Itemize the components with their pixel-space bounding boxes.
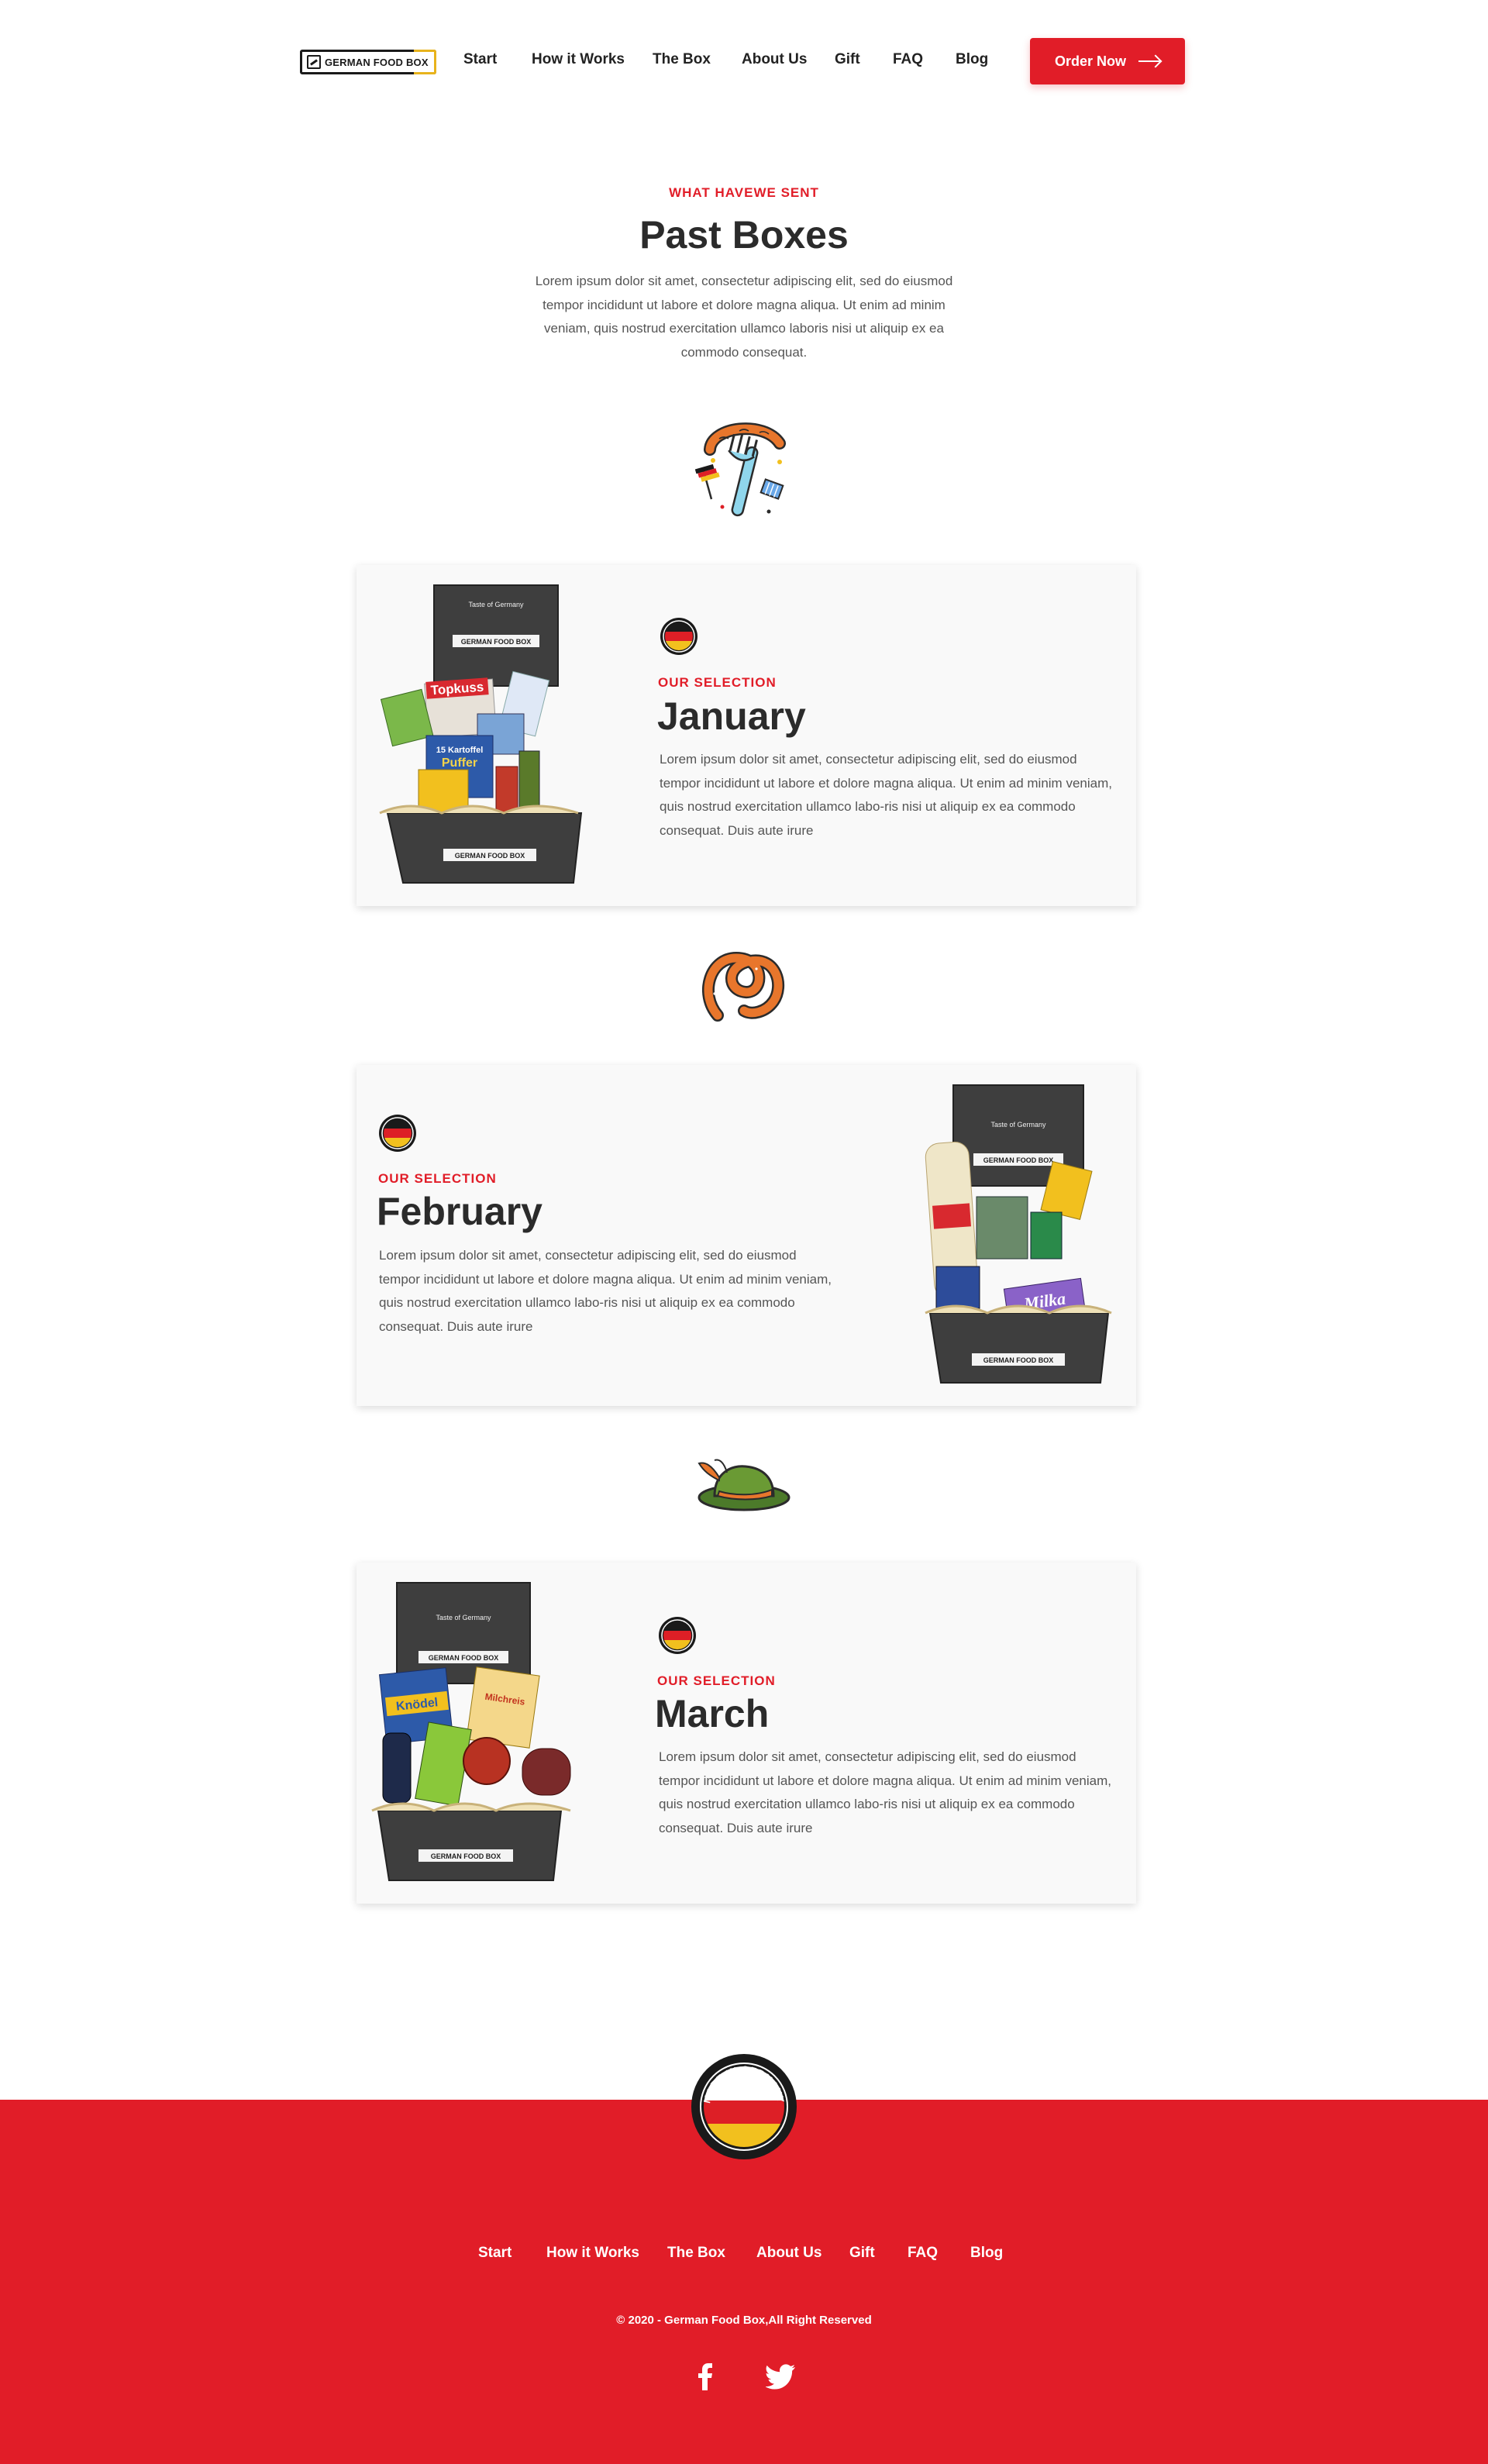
box-photo: Taste of Germany GERMAN FOOD BOX Topkuss…: [379, 584, 583, 884]
intro-text: Lorem ipsum dolor sit amet, consectetur …: [535, 274, 953, 360]
box-eyebrow: OUR SELECTION: [378, 1171, 497, 1186]
pretzel-icon: [702, 951, 785, 1022]
box-description: Lorem ipsum dolor sit amet, consectetur …: [379, 1248, 832, 1334]
box-eyebrow: OUR SELECTION: [658, 675, 777, 690]
box-card-january: Taste of Germany GERMAN FOOD BOX Topkuss…: [356, 565, 1136, 906]
box-card-february: OUR SELECTION February Lorem ipsum dolor…: [356, 1065, 1136, 1406]
nav-about-us[interactable]: About Us: [742, 51, 807, 68]
logo-text: GERMAN FOOD BOX: [325, 56, 429, 68]
box-description: Lorem ipsum dolor sit amet, consectetur …: [660, 752, 1112, 838]
box-lid-label: Taste of Germany: [468, 601, 524, 608]
svg-text:GERMAN FOOD BOX: GERMAN FOOD BOX: [431, 1852, 501, 1860]
box-photo: Taste of Germany GERMAN FOOD BOX Knödel …: [371, 1582, 571, 1881]
box-lid-label: Taste of Germany: [436, 1614, 491, 1621]
box-brand-label: GERMAN FOOD BOX: [461, 638, 532, 646]
svg-text:Puffer: Puffer: [442, 756, 477, 770]
site-logo[interactable]: GERMAN FOOD BOX: [300, 50, 436, 74]
made-in-germany-seal-icon: MADE IN GERMANY: [691, 2054, 797, 2159]
box-month-title: January: [657, 694, 806, 738]
footer-nav-about-us[interactable]: About Us: [756, 2245, 822, 2262]
box-description: Lorem ipsum dolor sit amet, consectetur …: [659, 1749, 1111, 1835]
intro-eyebrow: WHAT HAVEWE SENT: [669, 185, 819, 200]
sausage-fork-icon: [694, 422, 786, 517]
germany-badge-icon: [660, 618, 698, 655]
footer-nav-blog[interactable]: Blog: [970, 2245, 1003, 2262]
nav-gift[interactable]: Gift: [835, 51, 860, 68]
box-month-title: February: [377, 1190, 542, 1233]
nav-faq[interactable]: FAQ: [893, 51, 923, 68]
box-brand-label: GERMAN FOOD BOX: [429, 1654, 499, 1662]
footer-nav-start[interactable]: Start: [478, 2245, 512, 2262]
site-header: GERMAN FOOD BOX Start How it Works The B…: [0, 0, 1488, 124]
box-month-title: March: [655, 1692, 770, 1735]
box-lid-label: Taste of Germany: [990, 1121, 1046, 1129]
svg-text:GERMAN FOOD BOX: GERMAN FOOD BOX: [455, 852, 525, 860]
box-card-march: Taste of Germany GERMAN FOOD BOX Knödel …: [356, 1563, 1136, 1904]
box-eyebrow: OUR SELECTION: [657, 1673, 776, 1688]
order-now-label: Order Now: [1054, 53, 1126, 69]
footer-nav-the-box[interactable]: The Box: [667, 2245, 725, 2262]
germany-badge-icon: [379, 1115, 416, 1152]
svg-text:GERMAN FOOD BOX: GERMAN FOOD BOX: [983, 1356, 1054, 1364]
nav-how-it-works[interactable]: How it Works: [532, 51, 625, 68]
footer-nav-how-it-works[interactable]: How it Works: [546, 2245, 639, 2262]
nav-start[interactable]: Start: [463, 51, 497, 68]
copyright-text: © 2020 - German Food Box,All Right Reser…: [616, 2314, 872, 2327]
nav-the-box[interactable]: The Box: [653, 51, 711, 68]
page-title: Past Boxes: [639, 213, 849, 257]
footer-nav-faq[interactable]: FAQ: [908, 2245, 938, 2262]
box-brand-label: GERMAN FOOD BOX: [983, 1156, 1054, 1164]
svg-text:15 Kartoffel: 15 Kartoffel: [436, 746, 484, 755]
arrow-right-icon: [1138, 60, 1160, 62]
order-now-button[interactable]: Order Now: [1030, 38, 1185, 84]
logo-mark-icon: [307, 55, 321, 69]
box-photo: Taste of Germany GERMAN FOOD BOX Milka G…: [925, 1084, 1112, 1384]
alpine-hat-icon: [698, 1459, 790, 1511]
facebook-icon[interactable]: [690, 2361, 721, 2392]
twitter-icon[interactable]: [766, 2361, 797, 2392]
footer-nav-gift[interactable]: Gift: [849, 2245, 875, 2262]
nav-blog[interactable]: Blog: [956, 51, 988, 68]
germany-badge-icon: [659, 1617, 696, 1654]
